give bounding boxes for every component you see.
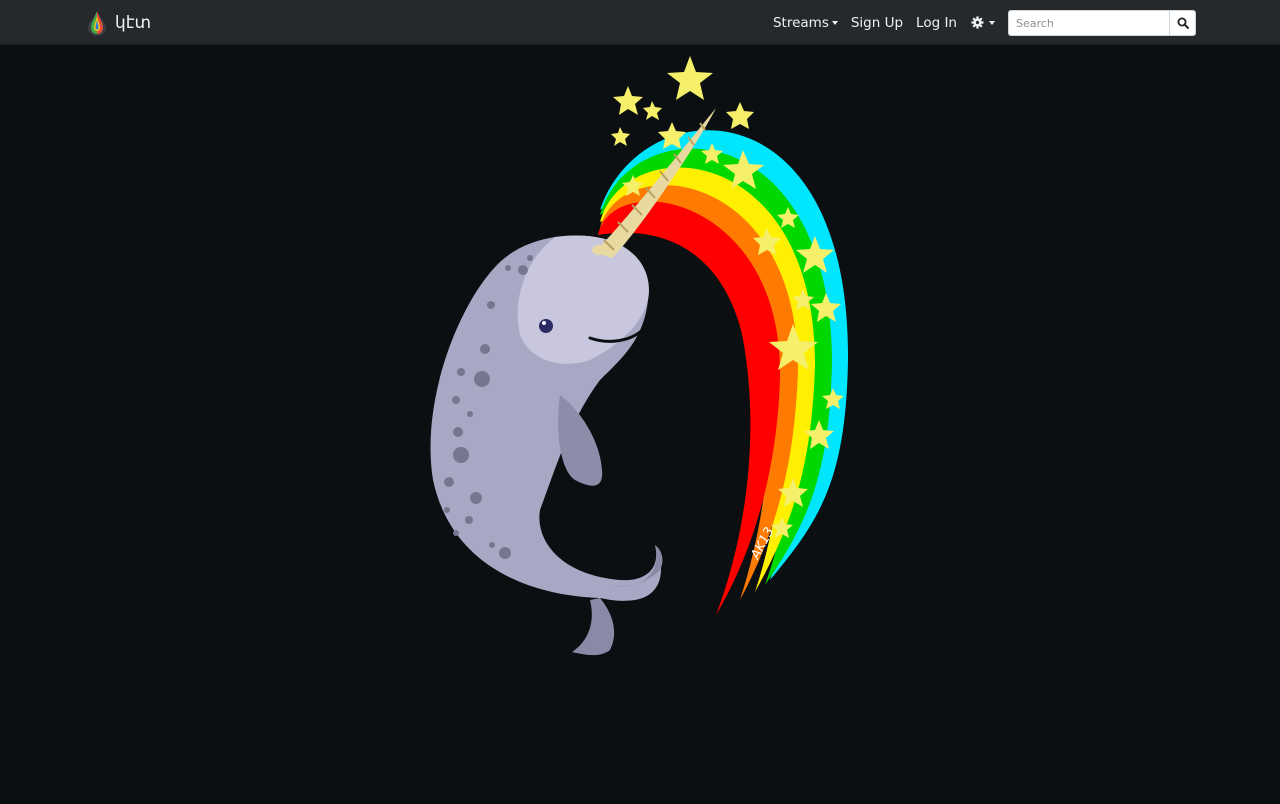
chevron-down-icon <box>989 20 995 25</box>
search-icon <box>1177 17 1189 29</box>
brand-link[interactable]: կէտ <box>86 10 151 36</box>
chevron-down-icon <box>831 20 838 25</box>
drop-logo-icon <box>88 11 106 36</box>
streams-dropdown[interactable]: Streams <box>773 15 838 31</box>
top-navbar: կէտ Streams Sign Up Log In <box>0 0 1280 45</box>
search-form <box>1008 10 1196 36</box>
narwhal-rainbow-illustration: AK13 <box>430 56 849 656</box>
settings-dropdown[interactable] <box>971 16 995 29</box>
narwhal <box>430 235 663 656</box>
search-input[interactable] <box>1008 10 1169 36</box>
brand-name: կէտ <box>115 13 152 33</box>
nav-links: Streams Sign Up Log In <box>760 0 995 45</box>
rainbow <box>598 130 849 616</box>
streams-label: Streams <box>772 14 829 31</box>
login-label: Log In <box>916 14 957 31</box>
signup-link[interactable]: Sign Up <box>851 15 903 31</box>
hero-illustration-area: AK13 <box>0 46 1280 800</box>
signup-label: Sign Up <box>850 14 904 31</box>
login-link[interactable]: Log In <box>916 15 957 31</box>
gear-icon <box>971 16 984 29</box>
search-button[interactable] <box>1169 10 1196 36</box>
